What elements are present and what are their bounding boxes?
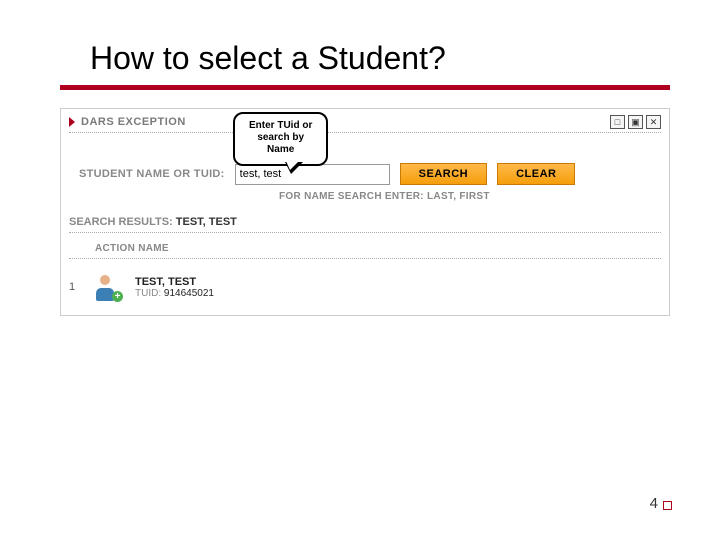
maximize-icon[interactable]: ▣	[628, 115, 643, 129]
results-label-prefix: SEARCH RESULTS:	[69, 216, 173, 228]
select-user-icon[interactable]: +	[93, 273, 121, 301]
student-search-input[interactable]	[235, 164, 390, 185]
callout-line2: search by	[249, 132, 312, 144]
arrow-right-icon	[69, 117, 75, 127]
panel-header: DARS EXCEPTION □ ▣ ✕	[69, 115, 661, 129]
callout-bubble: Enter TUid or search by Name	[233, 112, 328, 166]
row-number: 1	[69, 281, 79, 293]
table-row: 1 + TEST, TEST TUID: 914645021	[69, 269, 661, 305]
search-hint: FOR NAME SEARCH ENTER: LAST, FIRST	[279, 191, 661, 202]
result-name: TEST, TEST	[135, 276, 214, 288]
panel-title: DARS EXCEPTION	[81, 116, 186, 128]
search-field-label: STUDENT NAME OR TUID:	[79, 168, 225, 180]
app-panel: DARS EXCEPTION □ ▣ ✕ Enter TUid or searc…	[60, 108, 670, 316]
divider	[69, 258, 661, 259]
callout-line3: Name	[249, 144, 312, 156]
results-label-value: TEST, TEST	[176, 216, 237, 228]
result-text: TEST, TEST TUID: 914645021	[135, 276, 214, 299]
search-row: STUDENT NAME OR TUID: SEARCH CLEAR	[79, 163, 661, 185]
minimize-icon[interactable]: □	[610, 115, 625, 129]
slide-title: How to select a Student?	[90, 40, 670, 77]
results-column-header: ACTION NAME	[95, 243, 661, 254]
page-number-marker	[663, 501, 672, 510]
tuid-label: TUID:	[135, 288, 161, 299]
page-number: 4	[650, 495, 658, 512]
window-controls: □ ▣ ✕	[610, 115, 661, 129]
search-results-label: SEARCH RESULTS: TEST, TEST	[69, 216, 661, 228]
close-icon[interactable]: ✕	[646, 115, 661, 129]
search-button[interactable]: SEARCH	[400, 163, 487, 185]
divider	[69, 132, 661, 133]
callout-line1: Enter TUid or	[249, 120, 312, 132]
clear-button[interactable]: CLEAR	[497, 163, 575, 185]
title-underline	[60, 85, 670, 90]
divider	[69, 232, 661, 233]
tuid-value: 914645021	[164, 288, 214, 299]
